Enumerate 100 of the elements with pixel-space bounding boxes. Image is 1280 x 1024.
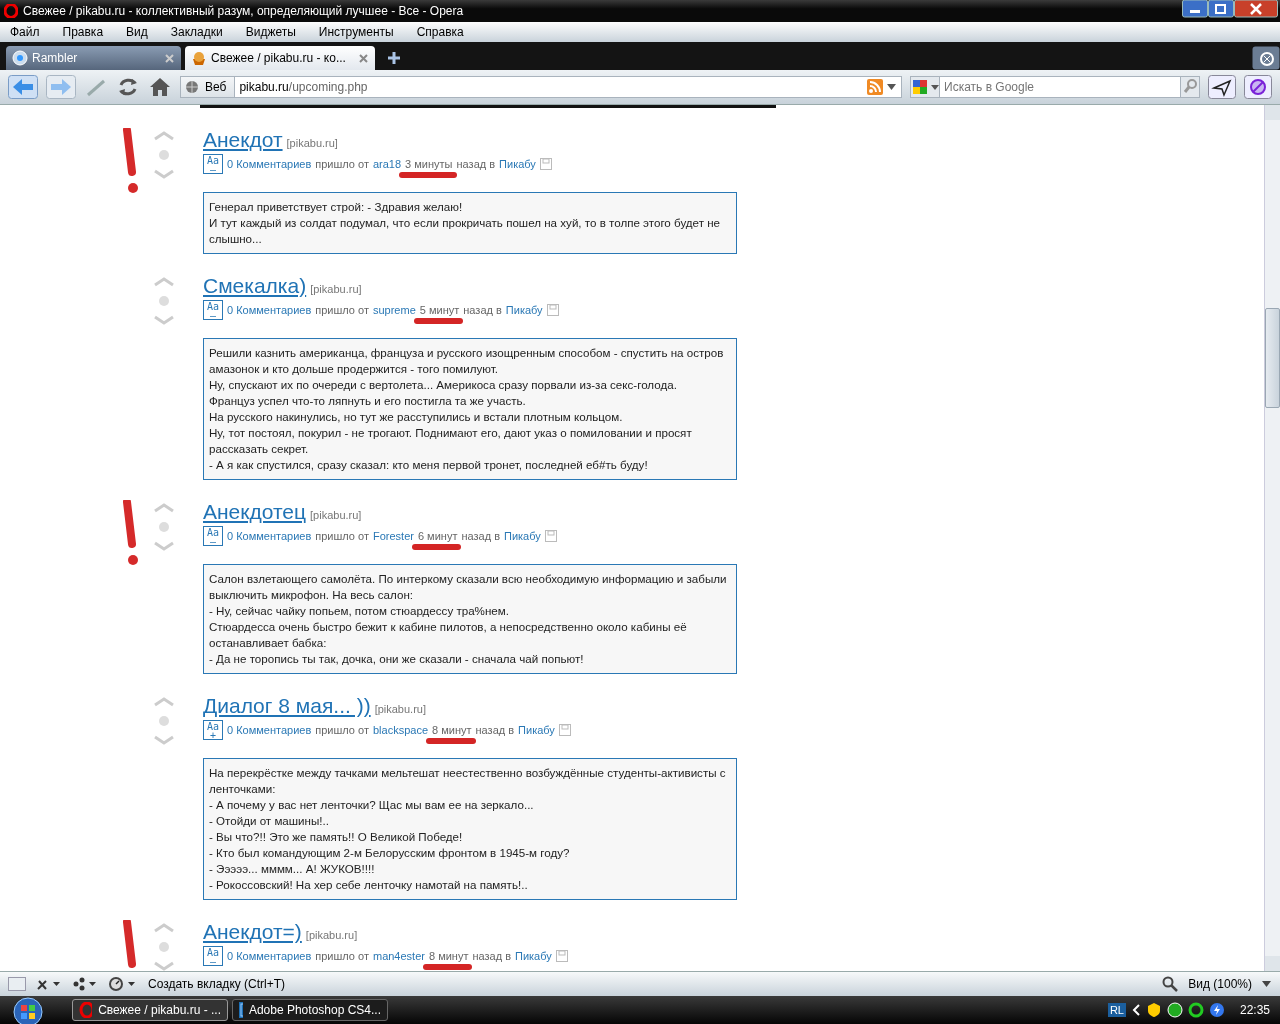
meta-text: назад в — [461, 530, 500, 542]
font-size-button[interactable]: Aa + — [203, 720, 223, 740]
opera-logo-icon — [4, 4, 18, 18]
category-link[interactable]: Пикабу — [515, 950, 552, 962]
meta-text: пришло от — [315, 158, 369, 170]
minimize-button[interactable] — [1182, 0, 1208, 18]
font-size-button[interactable]: Aa – — [203, 300, 223, 320]
menu-item[interactable]: Закладки — [170, 25, 234, 39]
meta-text: пришло от — [315, 724, 369, 736]
dropdown-arrow-icon[interactable] — [887, 83, 897, 91]
post-text: Решили казнить американца, француза и русского изощренным способом - спустить на остров амазонок и кто дольше продержится - того помилуют. Ну, спускают их по очереди с вертолета... Америкоса сразу порвали из-за секс-голода. Француз успел что-то ляпнуть и его постигла та же участь. На русского накинулись, но тут же расступились и встали плотным кольцом. Ну, тот постоял, покурил - не трогают. Поднимают его, дают указ о помиловании и просят рассказать секрет. - А я как спустился, сразу сказал: кто меня первой тронет, последней еб#ть буду! — [203, 338, 737, 480]
comments-link[interactable]: 0 Комментариев — [227, 530, 312, 542]
dot-icon — [158, 715, 170, 727]
comments-link[interactable]: 0 Комментариев — [227, 724, 312, 736]
menu-item[interactable]: Инструменты — [318, 25, 405, 39]
home-button[interactable] — [148, 75, 172, 99]
save-icon[interactable] — [546, 304, 559, 316]
google-icon[interactable] — [910, 76, 940, 98]
chevron-icon[interactable] — [1130, 1003, 1141, 1017]
speedometer-icon[interactable] — [108, 976, 138, 992]
globe-icon — [12, 50, 28, 66]
source-label: [pikabu.ru] — [286, 137, 338, 149]
panel-toggle-icon[interactable] — [8, 977, 26, 991]
dot-icon — [158, 521, 170, 533]
menu-item[interactable]: Файл — [10, 25, 51, 39]
save-icon[interactable] — [558, 724, 571, 736]
zoom-menu[interactable]: Вид (100%) — [1188, 977, 1252, 991]
taskbar-button[interactable]: Adobe Photoshop CS4... — [232, 999, 388, 1021]
comments-link[interactable]: 0 Комментариев — [227, 950, 312, 962]
dropdown-arrow-icon[interactable] — [1262, 980, 1272, 988]
menu-item[interactable]: Виджеты — [245, 25, 307, 39]
clock: 22:35 — [1239, 1003, 1270, 1017]
comments-link[interactable]: 0 Комментариев — [227, 158, 312, 170]
back-button[interactable] — [8, 75, 38, 99]
taskbar-button[interactable]: Свежее / pikabu.ru - ... — [72, 999, 228, 1021]
menu-item[interactable]: Справка — [416, 25, 475, 39]
new-tab-link[interactable]: Создать вкладку (Ctrl+T) — [148, 977, 286, 991]
opera-logo-icon — [79, 1002, 93, 1018]
address-field[interactable]: pikabu.ru/upcoming.php — [235, 80, 867, 94]
category-link[interactable]: Пикабу — [499, 158, 536, 170]
maximize-button[interactable] — [1208, 0, 1234, 18]
menu-item[interactable]: Правка — [62, 25, 115, 39]
dot-icon — [158, 149, 170, 161]
comments-link[interactable]: 0 Комментариев — [227, 304, 312, 316]
close-button[interactable] — [1234, 0, 1278, 18]
author-link[interactable]: blackspace — [372, 724, 428, 736]
save-icon[interactable] — [544, 530, 557, 542]
lightning-icon[interactable] — [1208, 1002, 1225, 1018]
save-icon[interactable] — [539, 158, 552, 170]
meta-text: назад в — [475, 724, 515, 736]
at-sign-icon[interactable] — [1187, 1002, 1204, 1018]
category-link[interactable]: Пикабу — [518, 724, 555, 736]
torrent-icon[interactable] — [1166, 1002, 1183, 1018]
post-title-link[interactable]: Анекдотец — [203, 500, 307, 524]
share-icon[interactable] — [72, 977, 98, 991]
start-button[interactable] — [10, 996, 46, 1024]
menu-item[interactable]: Вид — [126, 25, 159, 39]
arrows-icon[interactable] — [36, 977, 62, 991]
meta-text: назад в — [456, 158, 496, 170]
post-title-link[interactable]: Анекдот — [203, 128, 283, 152]
meta-text: назад в — [463, 304, 502, 316]
close-tab-icon[interactable] — [164, 52, 175, 64]
font-size-button[interactable]: Aa – — [203, 526, 223, 546]
globe-icon — [185, 80, 199, 94]
search-scope-button[interactable]: Веб — [181, 77, 236, 97]
time-text: 5 минут — [419, 304, 460, 316]
author-link[interactable]: supreme — [372, 304, 416, 316]
author-link[interactable]: Forester — [372, 530, 414, 542]
zoom-icon[interactable] — [1162, 976, 1179, 992]
language-indicator[interactable]: RL — [1107, 1003, 1126, 1017]
browser-tab[interactable]: Rambler — [6, 46, 181, 70]
category-link[interactable]: Пикабу — [504, 530, 541, 542]
font-size-button[interactable]: Aa – — [203, 154, 223, 174]
source-label: [pikabu.ru] — [305, 929, 358, 941]
new-tab-icon[interactable] — [387, 51, 401, 65]
close-tab-icon[interactable] — [358, 52, 369, 64]
browser-tab[interactable]: Свежее / pikabu.ru - ко... — [185, 46, 375, 70]
save-icon[interactable] — [555, 950, 568, 962]
shield-icon[interactable] — [1145, 1002, 1162, 1018]
font-size-button[interactable]: Aa – — [203, 946, 223, 966]
cupcake-icon — [191, 50, 207, 66]
closed-tabs-icon[interactable] — [1252, 46, 1280, 70]
category-link[interactable]: Пикабу — [505, 304, 543, 316]
dot-icon — [158, 295, 170, 307]
forward-button[interactable] — [46, 75, 76, 99]
post-title-link[interactable]: Смекалка) — [203, 274, 307, 298]
author-link[interactable]: ara18 — [372, 158, 402, 170]
post-title-link[interactable]: Диалог 8 мая... )) — [203, 694, 371, 718]
time-text: 8 минут — [428, 950, 469, 962]
author-link[interactable]: man4ester — [372, 950, 425, 962]
adblock-icon[interactable] — [1244, 75, 1272, 99]
window-title: Свежее / pikabu.ru - коллективный разум, определяющий лучшее - Все - Opera — [23, 4, 465, 18]
post-text: Салон взлетающего самолёта. По интеркому сказали всю необходимую информацию и забыли выключить микрофон. На весь салон: - Ну, сейчас чайку попьем, потом стюардессу тра%нем. Стюардесса очень быстро бежит к кабине пилотов, а непосредственно около кабины её останавливает бабка: - Да не торопись ты так, дочка, они же сказали - сначала чай попьют! — [203, 564, 737, 674]
search-field[interactable]: Искать в Google — [940, 76, 1180, 98]
source-label: [pikabu.ru] — [310, 283, 362, 295]
post-title-link[interactable]: Анекдот=) — [203, 920, 302, 944]
send-button[interactable] — [1208, 75, 1236, 99]
scrollbar[interactable] — [1264, 105, 1280, 971]
search-icon[interactable] — [1180, 76, 1200, 98]
source-label: [pikabu.ru] — [310, 509, 362, 521]
